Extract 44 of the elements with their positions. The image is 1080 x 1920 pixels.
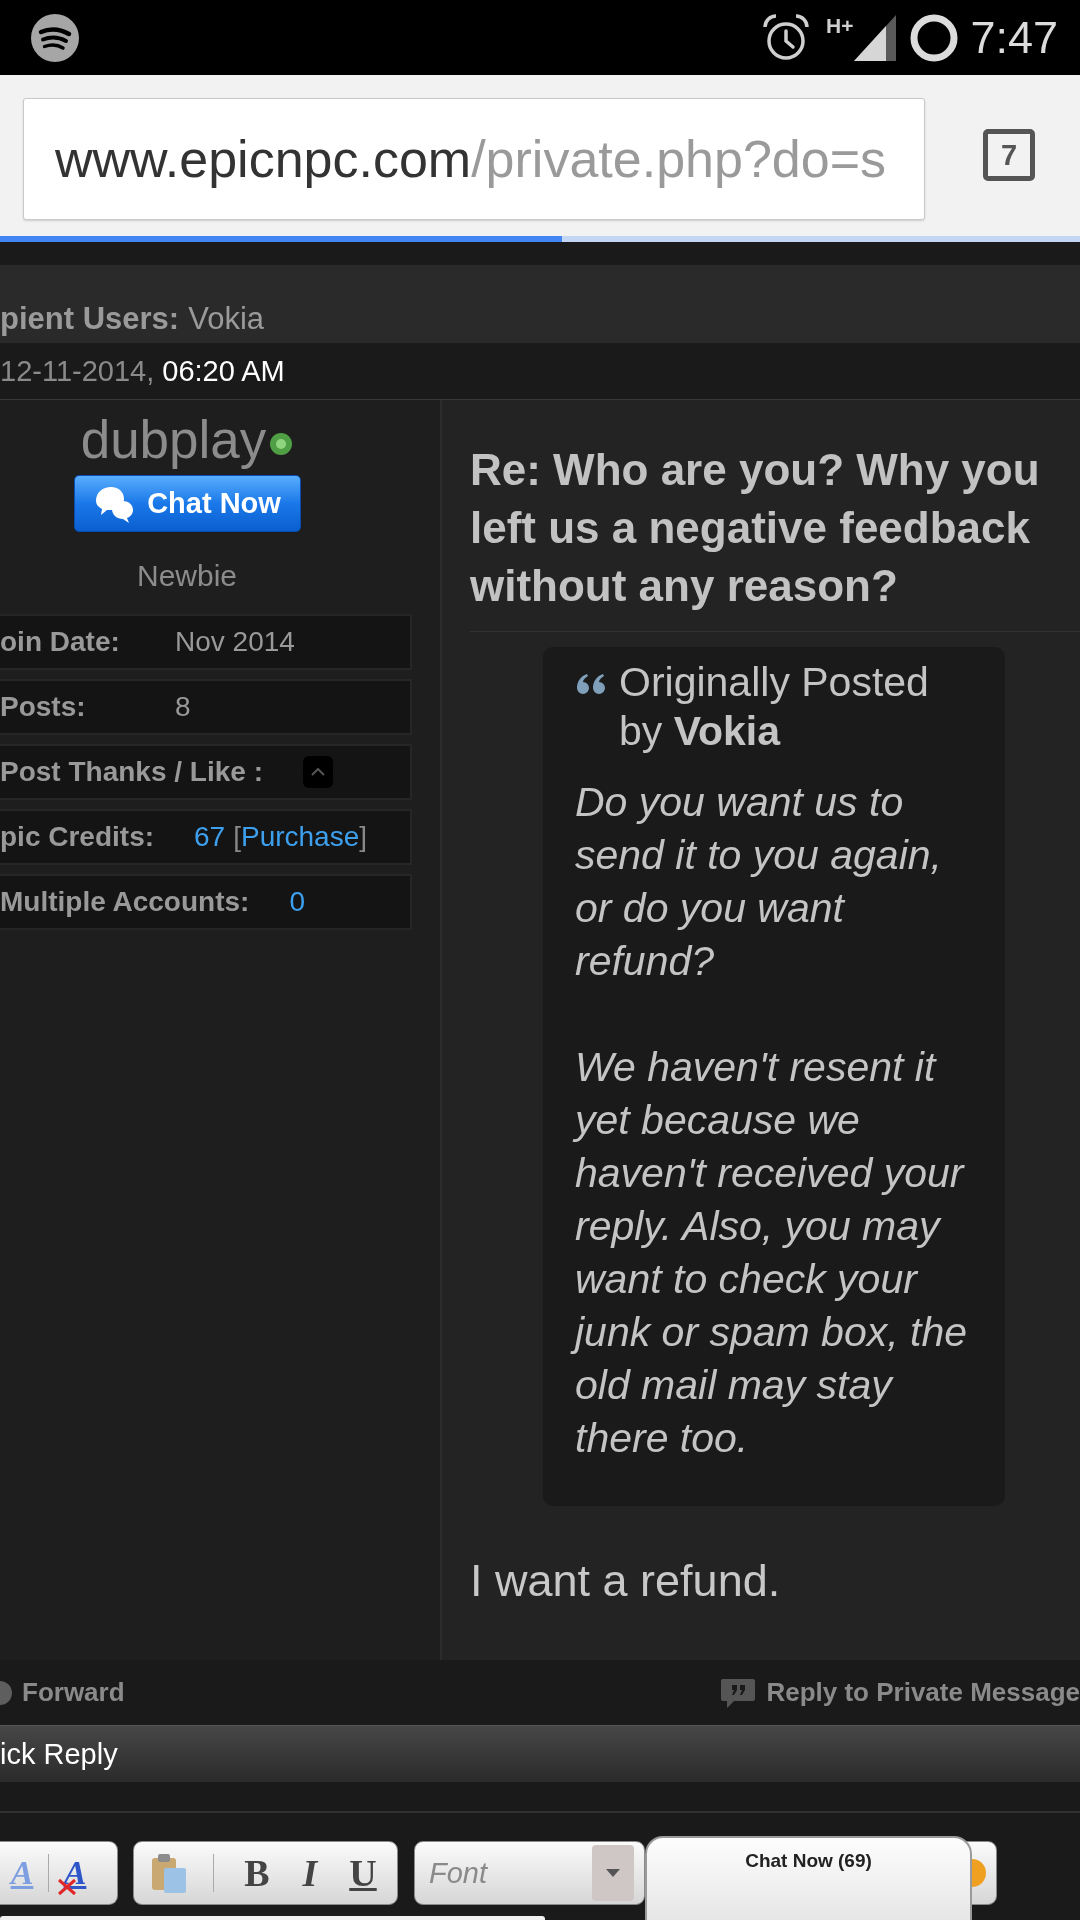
stat-label: Post Thanks / Like : bbox=[0, 756, 263, 788]
stat-value-link[interactable]: 0 bbox=[289, 886, 305, 918]
reply-link[interactable]: Reply to Private Message bbox=[720, 1676, 1080, 1709]
italic-button[interactable]: I bbox=[292, 1848, 328, 1898]
stat-label: oin Date: bbox=[0, 626, 121, 658]
bold-button[interactable]: B bbox=[239, 1848, 275, 1898]
user-rank: Newbie bbox=[136, 558, 238, 594]
stat-value: 8 bbox=[175, 691, 191, 723]
stat-value: Nov 2014 bbox=[175, 626, 295, 658]
message-date: 12-11-2014, bbox=[0, 354, 155, 388]
forward-link[interactable]: Forward bbox=[0, 1677, 125, 1708]
post-title: Re: Who are you? Why you left us a negative feedback without any reason? bbox=[470, 444, 1041, 612]
address-field[interactable]: www.epicnpc.com/private.php?do=s bbox=[23, 98, 925, 220]
ring-icon bbox=[910, 13, 959, 62]
stat-label: Multiple Accounts: bbox=[0, 886, 250, 918]
chat-now-button[interactable]: Chat Now bbox=[73, 475, 301, 532]
quoted-paragraph: We haven't resent it yet because we haven't received your reply. Also, you may want to check your junk or spam box, the old mail may stay there too. bbox=[567, 1041, 991, 1469]
clock-time: 7:47 bbox=[970, 11, 1058, 64]
network-type-label: H+ bbox=[825, 14, 854, 37]
message-time: 06:20 AM bbox=[162, 354, 285, 388]
speech-bubble-icon bbox=[720, 1676, 757, 1709]
signal-strength-icon bbox=[854, 14, 897, 61]
chat-now-tab[interactable]: Chat Now (69) bbox=[645, 1836, 972, 1920]
section-title: ick Reply bbox=[0, 1737, 118, 1771]
quoted-paragraph: Do you want us to send it to you again, or do you want refund? bbox=[574, 778, 943, 986]
message-field[interactable] bbox=[0, 1916, 545, 1920]
caret-up-icon bbox=[310, 768, 325, 776]
tab-switcher-button[interactable]: 7 bbox=[983, 129, 1035, 181]
username-link[interactable]: dubplay bbox=[80, 412, 267, 468]
credits-value: 67 bbox=[194, 821, 226, 853]
stat-label: Posts: bbox=[0, 691, 87, 723]
purchase-link[interactable]: [Purchase] bbox=[233, 821, 368, 853]
remove-format-button[interactable]: A bbox=[57, 1848, 93, 1898]
stat-label: pic Credits: bbox=[0, 821, 155, 853]
caret-down-icon bbox=[592, 1845, 634, 1901]
thanks-toggle-button[interactable] bbox=[302, 756, 333, 788]
quote-attribution: Originally Posted by Vokia bbox=[619, 658, 930, 756]
message-body: I want a refund. bbox=[470, 1556, 782, 1606]
underline-button[interactable]: U bbox=[345, 1848, 381, 1898]
striped-circle-icon bbox=[31, 13, 79, 62]
clipboard-icon bbox=[150, 1852, 188, 1894]
recipient-name: Vokia bbox=[188, 300, 264, 338]
recipients-label: pient Users: bbox=[0, 300, 180, 338]
alarm-clock-icon bbox=[761, 13, 810, 62]
